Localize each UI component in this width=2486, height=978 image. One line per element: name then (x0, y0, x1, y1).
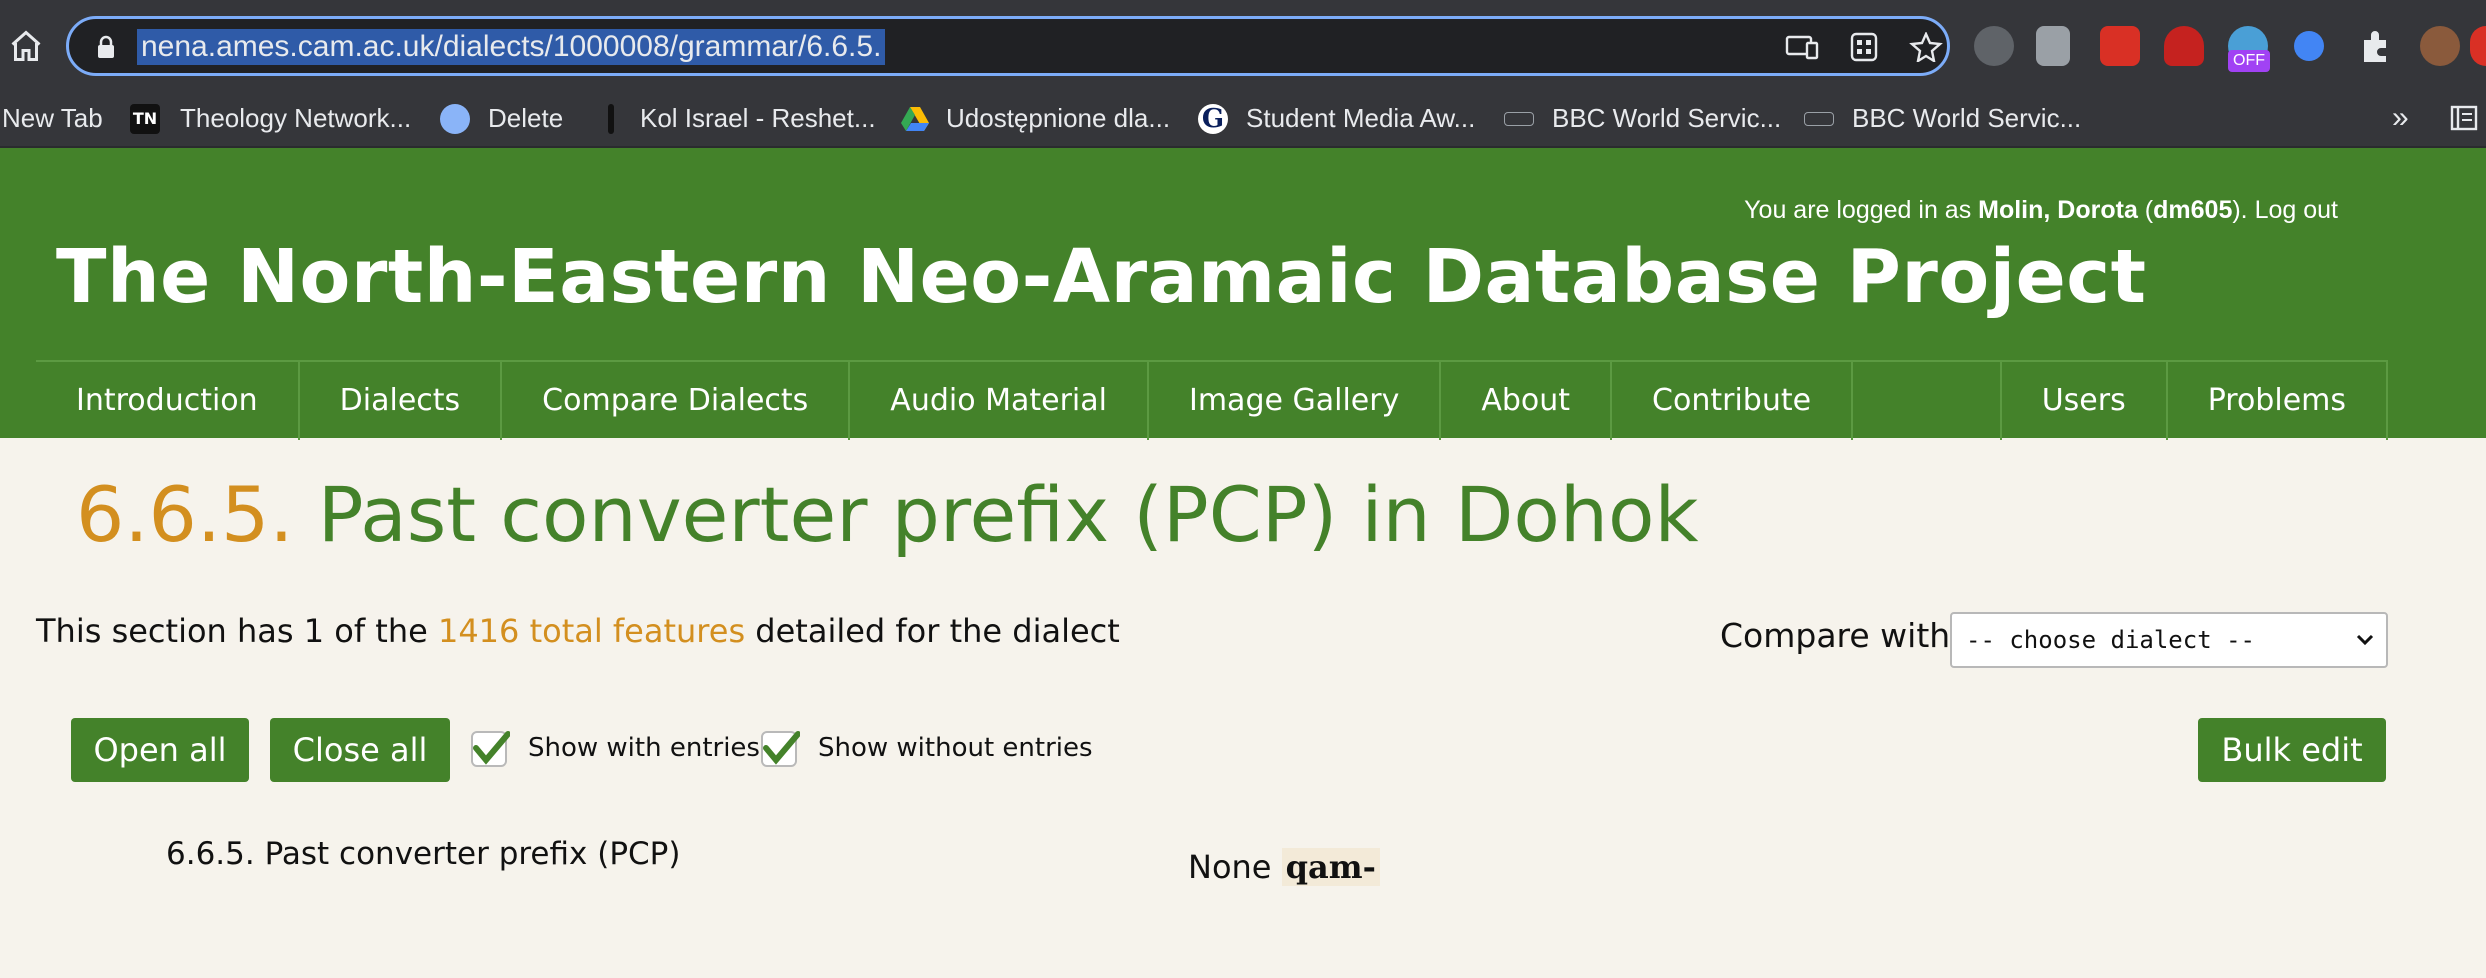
site-header: You are logged in as Molin, Dorota (dm60… (0, 148, 2486, 440)
off-badge: OFF (2228, 50, 2270, 72)
section-info-suffix: detailed for the dialect (745, 612, 1120, 650)
open-all-button[interactable]: Open all (71, 718, 249, 782)
compare-dialect-select[interactable]: -- choose dialect -- (1950, 612, 2388, 668)
bookmark-star-icon[interactable] (1909, 32, 1943, 62)
profile-avatar[interactable] (2420, 26, 2460, 66)
show-without-entries-label[interactable]: Show without entries (818, 733, 1093, 763)
tab-grid-icon[interactable] (1847, 32, 1881, 62)
bbc-icon (1504, 112, 1534, 126)
feature-title[interactable]: 6.6.5. Past converter prefix (PCP) (166, 836, 680, 872)
home-icon[interactable] (8, 28, 44, 64)
show-with-entries-checkbox[interactable] (470, 730, 510, 770)
feature-value-prefix: None (1188, 848, 1282, 886)
lock-icon[interactable] (95, 35, 117, 59)
address-bar[interactable]: nena.ames.cam.ac.uk/dialects/1000008/gra… (66, 16, 1950, 76)
browser-toolbar: nena.ames.cam.ac.uk/dialects/1000008/gra… (0, 0, 2486, 92)
nav-problems[interactable]: Problems (2168, 362, 2388, 440)
skype-extension-icon[interactable] (1974, 26, 2014, 66)
bookmarks-bar: New Tab TN Theology Network... Delete Ko… (0, 92, 2486, 148)
logout-link[interactable]: Log out (2255, 196, 2338, 224)
bbc-icon (1804, 112, 1834, 126)
section-info: This section has 1 of the 1416 total fea… (36, 612, 1120, 650)
more-bookmarks-chevron-icon[interactable]: » (2392, 92, 2409, 144)
nav-audio-material[interactable]: Audio Material (850, 362, 1149, 440)
thumbs-down-extension-icon[interactable] (2164, 26, 2204, 66)
login-open: ( (2137, 196, 2154, 224)
login-status: You are logged in as Molin, Dorota (dm60… (1744, 196, 2338, 225)
site-title[interactable]: The North-Eastern Neo-Aramaic Database P… (56, 234, 2147, 320)
compare-selected-value: -- choose dialect -- (1966, 626, 2255, 654)
nav-dialects[interactable]: Dialects (300, 362, 503, 440)
compare-label: Compare with (1720, 616, 1951, 655)
url-text[interactable]: nena.ames.cam.ac.uk/dialects/1000008/gra… (137, 29, 886, 65)
login-user: dm605 (2153, 196, 2233, 224)
nav-image-gallery[interactable]: Image Gallery (1149, 362, 1442, 440)
bookmark-new-tab[interactable]: New Tab (2, 92, 103, 144)
reading-list-icon[interactable] (2450, 104, 2478, 132)
page-title: 6.6.5. Past converter prefix (PCP) in Do… (76, 470, 1699, 559)
bookmark-delete[interactable]: Delete (488, 92, 563, 144)
feature-entry[interactable]: qam- (1281, 848, 1380, 886)
puzzle-extensions-icon[interactable] (2356, 26, 2396, 66)
document-extension-icon[interactable] (2036, 26, 2070, 66)
close-all-button[interactable]: Close all (270, 718, 450, 782)
bulk-edit-button[interactable]: Bulk edit (2198, 718, 2386, 782)
main-nav: Introduction Dialects Compare Dialects A… (36, 360, 2388, 440)
login-name: Molin, Dorota (1978, 196, 2138, 224)
bookmark-udostepnione[interactable]: Udostępnione dla... (946, 92, 1170, 144)
vpn-extension-icon[interactable]: OFF (2228, 26, 2270, 72)
login-close: ). (2232, 196, 2255, 224)
mendeley-extension-icon[interactable] (2100, 26, 2140, 66)
shield-extension-icon[interactable] (2294, 31, 2324, 61)
bookmark-bbc-world-service-2[interactable]: BBC World Servic... (1852, 92, 2081, 144)
page-title-number: 6.6.5. (76, 470, 294, 559)
show-without-entries-checkbox[interactable] (760, 730, 800, 770)
nav-introduction[interactable]: Introduction (36, 362, 300, 440)
show-with-entries-label[interactable]: Show with entries (528, 733, 760, 763)
bookmark-bbc-world-service-1[interactable]: BBC World Servic... (1552, 92, 1781, 144)
blue-blob-icon (440, 104, 470, 134)
total-features-link[interactable]: 1416 total features (438, 612, 745, 650)
chevron-down-icon (2356, 634, 2374, 646)
nav-about[interactable]: About (1441, 362, 1613, 440)
menu-edge-icon[interactable] (2470, 26, 2486, 66)
google-drive-icon (901, 107, 929, 131)
section-info-prefix: This section has 1 of the (36, 612, 438, 650)
bookmark-kol-israel[interactable]: Kol Israel - Reshet... (640, 92, 876, 144)
bookmark-theology-network[interactable]: Theology Network... (180, 92, 411, 144)
tn-logo-icon: TN (130, 104, 160, 134)
bookmark-student-media[interactable]: Student Media Aw... (1246, 92, 1475, 144)
nav-compare-dialects[interactable]: Compare Dialects (502, 362, 851, 440)
nav-users[interactable]: Users (2002, 362, 2168, 440)
cast-icon[interactable] (1785, 32, 1819, 62)
nav-contribute[interactable]: Contribute (1612, 362, 1854, 440)
guardian-g-icon: G (1198, 104, 1228, 134)
black-bar-icon (608, 104, 614, 134)
feature-value: None qam- (1188, 848, 1380, 886)
login-prefix: You are logged in as (1744, 196, 1979, 224)
page-title-text: Past converter prefix (PCP) in Dohok (293, 470, 1699, 559)
nav-spacer (1853, 362, 2002, 440)
